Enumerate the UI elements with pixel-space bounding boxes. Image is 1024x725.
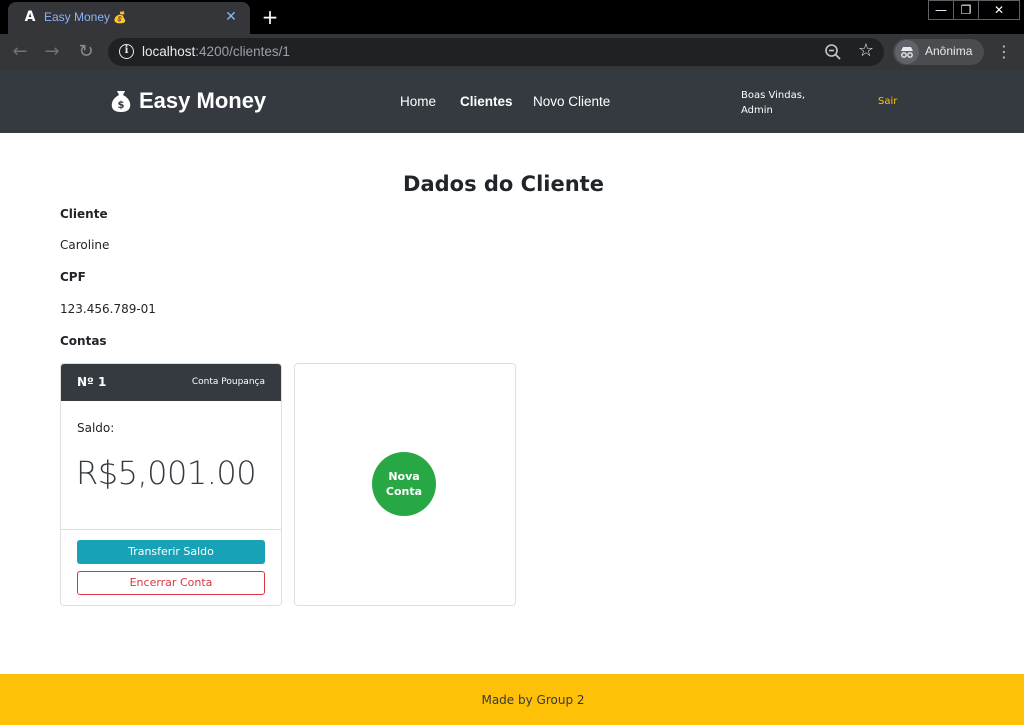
angular-favicon: A: [24, 9, 36, 25]
account-type: Conta Poupança: [191, 377, 265, 387]
transfer-balance-button[interactable]: Transferir Saldo: [77, 540, 265, 564]
incognito-icon: [895, 40, 919, 64]
browser-toolbar: ← → ↻ i localhost:4200/clientes/1 ☆ Anôn…: [0, 34, 1024, 70]
star-icon[interactable]: ☆: [856, 41, 876, 61]
address-bar[interactable]: i localhost:4200/clientes/1 ☆: [108, 38, 884, 66]
new-account-card: Nova Conta: [294, 363, 516, 606]
nav-novo-cliente[interactable]: Novo Cliente: [533, 94, 610, 109]
money-bag-icon: $: [111, 91, 131, 112]
account-card: Nº 1 Conta Poupança Saldo: R$5,001.00 Tr…: [60, 363, 282, 606]
footer: Made by Group 2: [0, 674, 1024, 725]
profile-label: Anônima: [925, 44, 973, 58]
close-account-button[interactable]: Encerrar Conta: [77, 571, 265, 595]
client-name: Caroline: [60, 238, 110, 252]
new-account-button[interactable]: Nova Conta: [372, 452, 436, 516]
plus-icon[interactable]: +: [258, 5, 282, 29]
close-icon[interactable]: ✕: [222, 8, 240, 26]
nav-home[interactable]: Home: [400, 94, 436, 109]
back-arrow-icon[interactable]: ←: [8, 40, 32, 64]
reload-icon[interactable]: ↻: [74, 40, 98, 64]
card-divider: [61, 529, 281, 530]
account-number: Nº 1: [77, 375, 107, 389]
nav-clientes[interactable]: Clientes: [460, 94, 513, 109]
brand-text: Easy Money: [139, 88, 267, 113]
client-label: Cliente: [60, 207, 108, 221]
footer-text: Made by Group 2: [481, 693, 585, 707]
minimize-icon[interactable]: —: [928, 0, 954, 20]
account-card-header: Nº 1 Conta Poupança: [61, 364, 281, 401]
greeting-text: Boas Vindas, Admin: [741, 90, 806, 116]
browser-tab-bar: A Easy Money 💰 ✕ + — ❐ ✕: [0, 0, 1024, 34]
zoom-out-icon[interactable]: [824, 43, 842, 61]
balance-label: Saldo:: [77, 421, 115, 435]
window-close-icon[interactable]: ✕: [978, 0, 1020, 20]
kebab-menu-icon[interactable]: ⋮: [996, 42, 1012, 62]
profile-button[interactable]: Anônima: [893, 39, 984, 65]
svg-text:$: $: [118, 100, 125, 111]
forward-arrow-icon[interactable]: →: [40, 40, 64, 64]
cpf-value: 123.456.789-01: [60, 302, 156, 316]
maximize-icon[interactable]: ❐: [953, 0, 979, 20]
logout-link[interactable]: Sair: [878, 96, 897, 107]
balance-value: R$5,001.00: [76, 454, 257, 492]
cpf-label: CPF: [60, 270, 86, 284]
brand[interactable]: $ Easy Money: [110, 87, 266, 115]
tab-title: Easy Money 💰: [44, 10, 127, 24]
info-icon[interactable]: i: [119, 44, 134, 59]
url-text[interactable]: localhost:4200/clientes/1: [142, 44, 290, 59]
page-title: Dados do Cliente: [403, 172, 604, 196]
accounts-label: Contas: [60, 334, 107, 348]
browser-tab[interactable]: A Easy Money 💰 ✕: [8, 2, 250, 34]
app-navbar: $ Easy Money Home Clientes Novo Cliente …: [0, 70, 1024, 133]
